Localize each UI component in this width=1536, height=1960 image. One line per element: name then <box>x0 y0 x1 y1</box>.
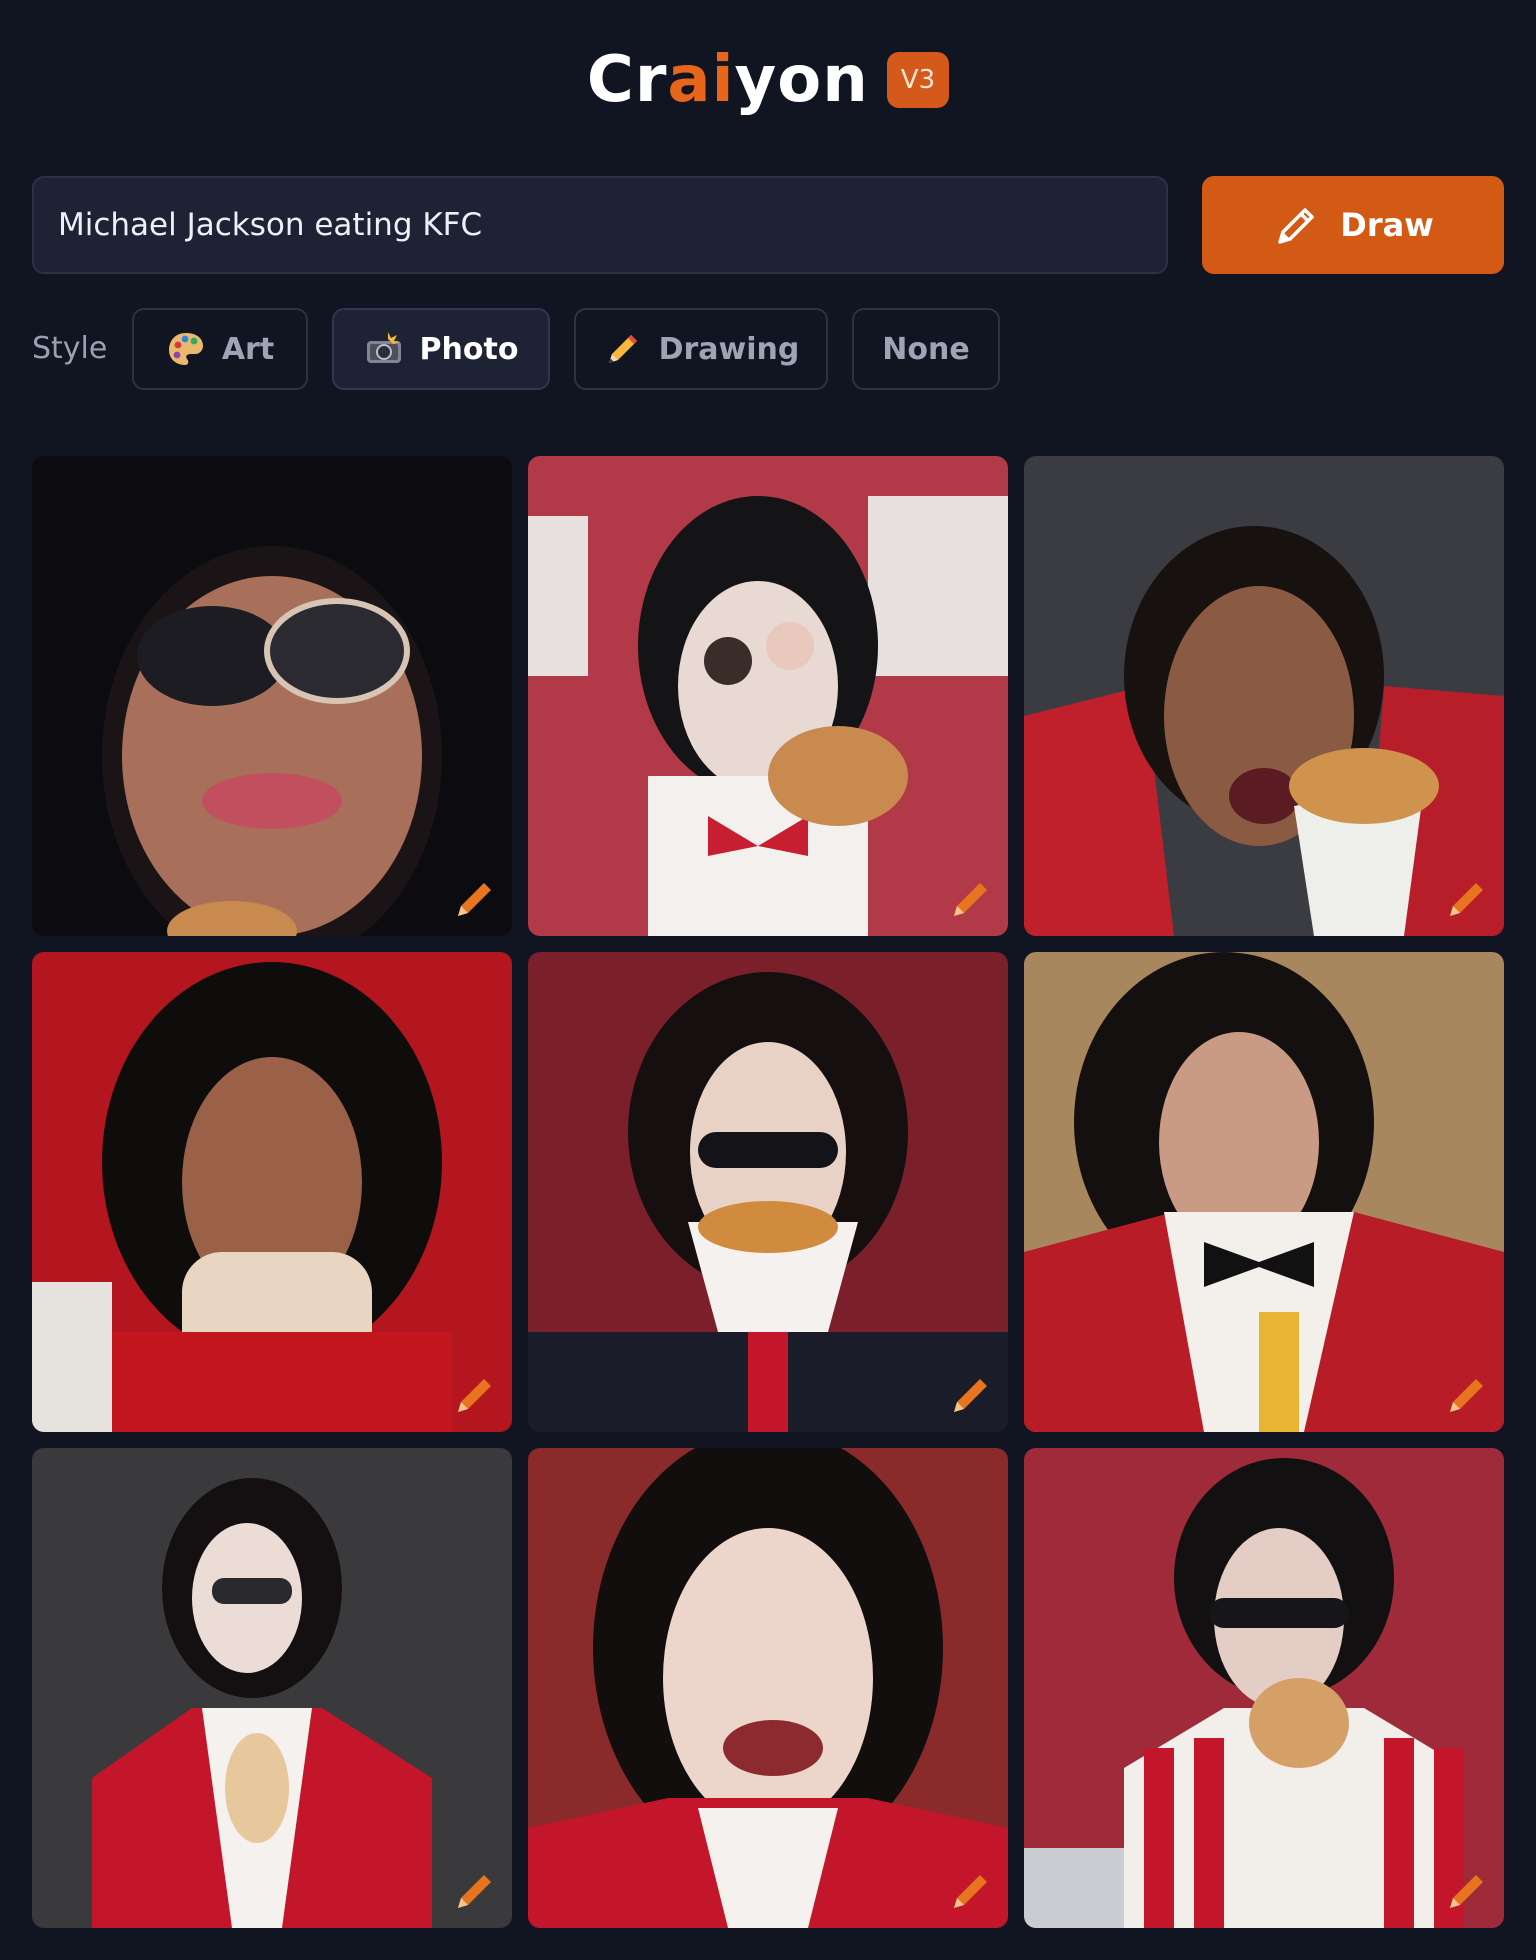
style-option-label: Art <box>221 331 275 367</box>
style-label: Style <box>32 331 108 366</box>
edit-pencil-icon[interactable] <box>948 1372 994 1418</box>
generated-image <box>528 952 1008 1432</box>
generated-image <box>32 952 512 1432</box>
prompt-input[interactable] <box>32 176 1168 274</box>
generated-image <box>1024 456 1504 936</box>
camera-flash-icon <box>366 332 401 363</box>
logo-wordmark: Craiyon <box>587 44 869 116</box>
style-option-none[interactable]: None <box>852 308 1000 390</box>
result-image-2[interactable] <box>528 456 1008 936</box>
results-grid <box>32 456 1504 1928</box>
style-option-art[interactable]: Art <box>132 308 308 390</box>
result-image-6[interactable] <box>1024 952 1504 1432</box>
edit-pencil-icon[interactable] <box>1444 876 1490 922</box>
style-option-photo[interactable]: Photo <box>332 308 550 390</box>
edit-pencil-icon[interactable] <box>452 1868 498 1914</box>
result-image-3[interactable] <box>1024 456 1504 936</box>
generated-image <box>1024 1448 1504 1928</box>
craiyon-page: Craiyon V3 Draw Style Art Photo <box>0 0 1536 1960</box>
style-option-label: Drawing <box>658 331 800 367</box>
draw-button[interactable]: Draw <box>1202 176 1504 274</box>
generated-image <box>528 456 1008 936</box>
result-image-1[interactable] <box>32 456 512 936</box>
draw-button-label: Draw <box>1340 206 1434 244</box>
logo-part-2: yon <box>734 43 869 117</box>
generated-image <box>528 1448 1008 1928</box>
result-image-5[interactable] <box>528 952 1008 1432</box>
result-image-8[interactable] <box>528 1448 1008 1928</box>
style-option-label: Photo <box>419 331 519 367</box>
edit-pencil-icon[interactable] <box>452 876 498 922</box>
version-badge: V3 <box>886 52 950 108</box>
logo-accent: ai <box>667 43 735 117</box>
edit-pencil-icon[interactable] <box>948 876 994 922</box>
generated-image <box>32 456 512 936</box>
style-option-label: None <box>882 331 970 367</box>
result-image-4[interactable] <box>32 952 512 1432</box>
pencil-icon <box>608 335 637 363</box>
edit-pencil-icon[interactable] <box>1444 1372 1490 1418</box>
result-image-9[interactable] <box>1024 1448 1504 1928</box>
style-option-drawing[interactable]: Drawing <box>574 308 828 390</box>
edit-pencil-icon[interactable] <box>452 1372 498 1418</box>
edit-pencil-icon[interactable] <box>1444 1868 1490 1914</box>
app-logo[interactable]: Craiyon V3 <box>0 44 1536 116</box>
logo-part-1: Cr <box>586 43 668 117</box>
edit-pencil-icon[interactable] <box>948 1868 994 1914</box>
result-image-7[interactable] <box>32 1448 512 1928</box>
palette-icon <box>168 333 203 365</box>
pencil-icon <box>1278 208 1314 244</box>
generated-image <box>1024 952 1504 1432</box>
generated-image <box>32 1448 512 1928</box>
